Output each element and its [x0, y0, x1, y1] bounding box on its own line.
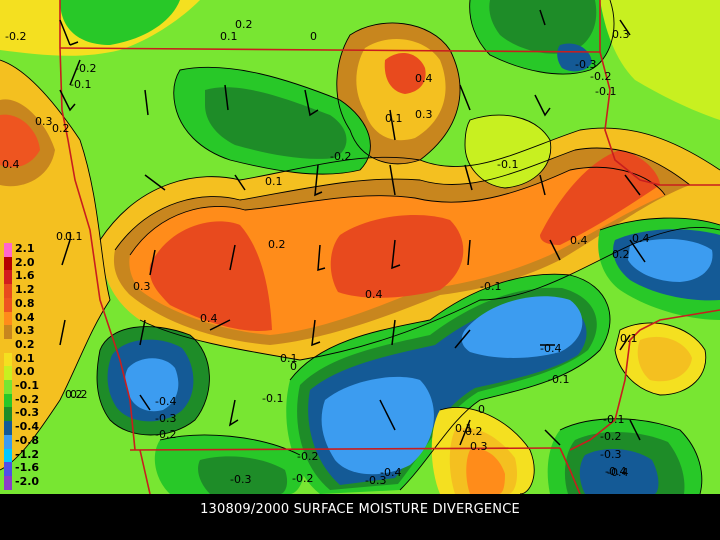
contour-label: 0.4 — [365, 288, 383, 301]
legend-label: 0.4 — [15, 310, 35, 324]
legend-swatch — [4, 338, 12, 354]
contour-label: -0.2 — [590, 70, 611, 83]
legend-label: 2.0 — [15, 255, 35, 269]
moisture-divergence-map: -0.2 0.2 0.1 0 -0.2 -0.1 0.4 -0.3 -0.2 -… — [0, 0, 720, 494]
legend-swatch — [4, 448, 12, 463]
contour-label: 0.2 — [465, 425, 483, 438]
contour-label: -0.1 — [70, 78, 91, 91]
contour-label: 0.1 — [265, 175, 283, 188]
contour-label: 0.4 — [632, 232, 650, 245]
legend-label: -1.2 — [15, 447, 40, 461]
contour-label: 0.2 — [235, 18, 253, 31]
contour-label: 0.2 — [268, 238, 286, 251]
legend-swatch — [4, 243, 12, 258]
color-legend: 2.1 2.0 1.6 1.2 0.8 0.4 0.3 0.2 0.1 0.0 -0.1 -0.2 -0… — [4, 242, 39, 513]
contour-label: -0.1 — [262, 392, 283, 405]
legend-swatch — [4, 284, 12, 299]
contour-label: 0.1 — [385, 112, 403, 125]
contour-label: 0.1 — [220, 30, 238, 43]
legend-swatch — [4, 325, 12, 340]
legend-swatch — [4, 475, 12, 491]
legend-label: 0.8 — [15, 296, 35, 310]
legend-label: 0.2 — [15, 337, 35, 351]
contour-label: -0.3 — [365, 474, 386, 487]
legend-label: -2.0 — [15, 474, 40, 488]
legend-swatch — [4, 352, 12, 367]
contour-label: -0.2 — [155, 428, 176, 441]
contour-label: -0.2 — [330, 150, 351, 163]
contour-label: -0.4 — [155, 395, 176, 408]
legend-label: -0.4 — [15, 420, 40, 434]
contour-label: 0.4 — [200, 312, 218, 325]
contour-label: -0.2 — [292, 472, 313, 485]
legend-swatch — [4, 366, 12, 381]
contour-label: 0 — [310, 30, 317, 43]
contour-label: 0.1 — [280, 352, 298, 365]
legend-label: 1.6 — [15, 269, 35, 283]
contour-label: 0 — [478, 403, 485, 416]
legend-swatch — [4, 407, 12, 422]
legend-swatch — [4, 256, 12, 271]
contour-label: -0.4 — [607, 466, 628, 479]
legend-label: 0.3 — [15, 324, 35, 338]
legend-swatch — [4, 462, 12, 477]
contour-label: -0.2 — [297, 450, 318, 463]
contour-label: -0.1 — [548, 373, 569, 386]
legend-label: -0.8 — [15, 433, 40, 447]
legend-label: 2.1 — [15, 242, 35, 255]
legend-label: -1.6 — [15, 461, 40, 475]
legend-swatch — [4, 270, 12, 285]
contour-label: 0.4 — [2, 158, 20, 171]
contour-label: -0.1 — [480, 280, 501, 293]
legend-label: -0.3 — [15, 406, 40, 420]
contour-label: -0.1 — [595, 85, 616, 98]
legend-swatch — [4, 421, 12, 436]
contour-label: 0.3 — [415, 108, 433, 121]
contour-label: -0.2 — [5, 30, 26, 43]
contour-label: -0.2 — [75, 62, 96, 75]
contour-label: 0.2 — [70, 388, 88, 401]
contour-label: 0.1 — [620, 332, 638, 345]
contour-label: -0.2 — [600, 430, 621, 443]
contour-label: 0.4 — [415, 72, 433, 85]
contour-label: 0.2 — [52, 122, 70, 135]
contour-label: -0.4 — [540, 342, 561, 355]
legend-swatch — [4, 380, 12, 395]
legend-swatch — [4, 311, 12, 326]
legend-label: 1.2 — [15, 283, 35, 297]
contour-label: 0.3 — [35, 115, 53, 128]
map-caption: 130809/2000 SURFACE MOISTURE DIVERGENCE — [0, 494, 720, 540]
legend-label: 0.1 — [15, 351, 35, 365]
legend-swatch — [4, 434, 12, 449]
contour-label: 0.2 — [612, 248, 630, 261]
legend-swatch — [4, 393, 12, 408]
contour-label: -0.3 — [155, 412, 176, 425]
contour-label: 0.4 — [570, 234, 588, 247]
legend-label: 0.0 — [15, 365, 35, 379]
legend-label: -0.2 — [15, 392, 40, 406]
contour-label: 0.3 — [612, 28, 630, 41]
contour-label: -0.1 — [497, 158, 518, 171]
contour-label: 0.3 — [470, 440, 488, 453]
contour-label: -0.3 — [600, 448, 621, 461]
legend-swatch — [4, 297, 12, 312]
contour-label: -0.1 — [603, 413, 624, 426]
contour-label: 0.1 — [65, 230, 83, 243]
contour-label: 0.3 — [133, 280, 151, 293]
legend-label: -0.1 — [15, 379, 40, 392]
contour-label: -0.3 — [230, 473, 251, 486]
